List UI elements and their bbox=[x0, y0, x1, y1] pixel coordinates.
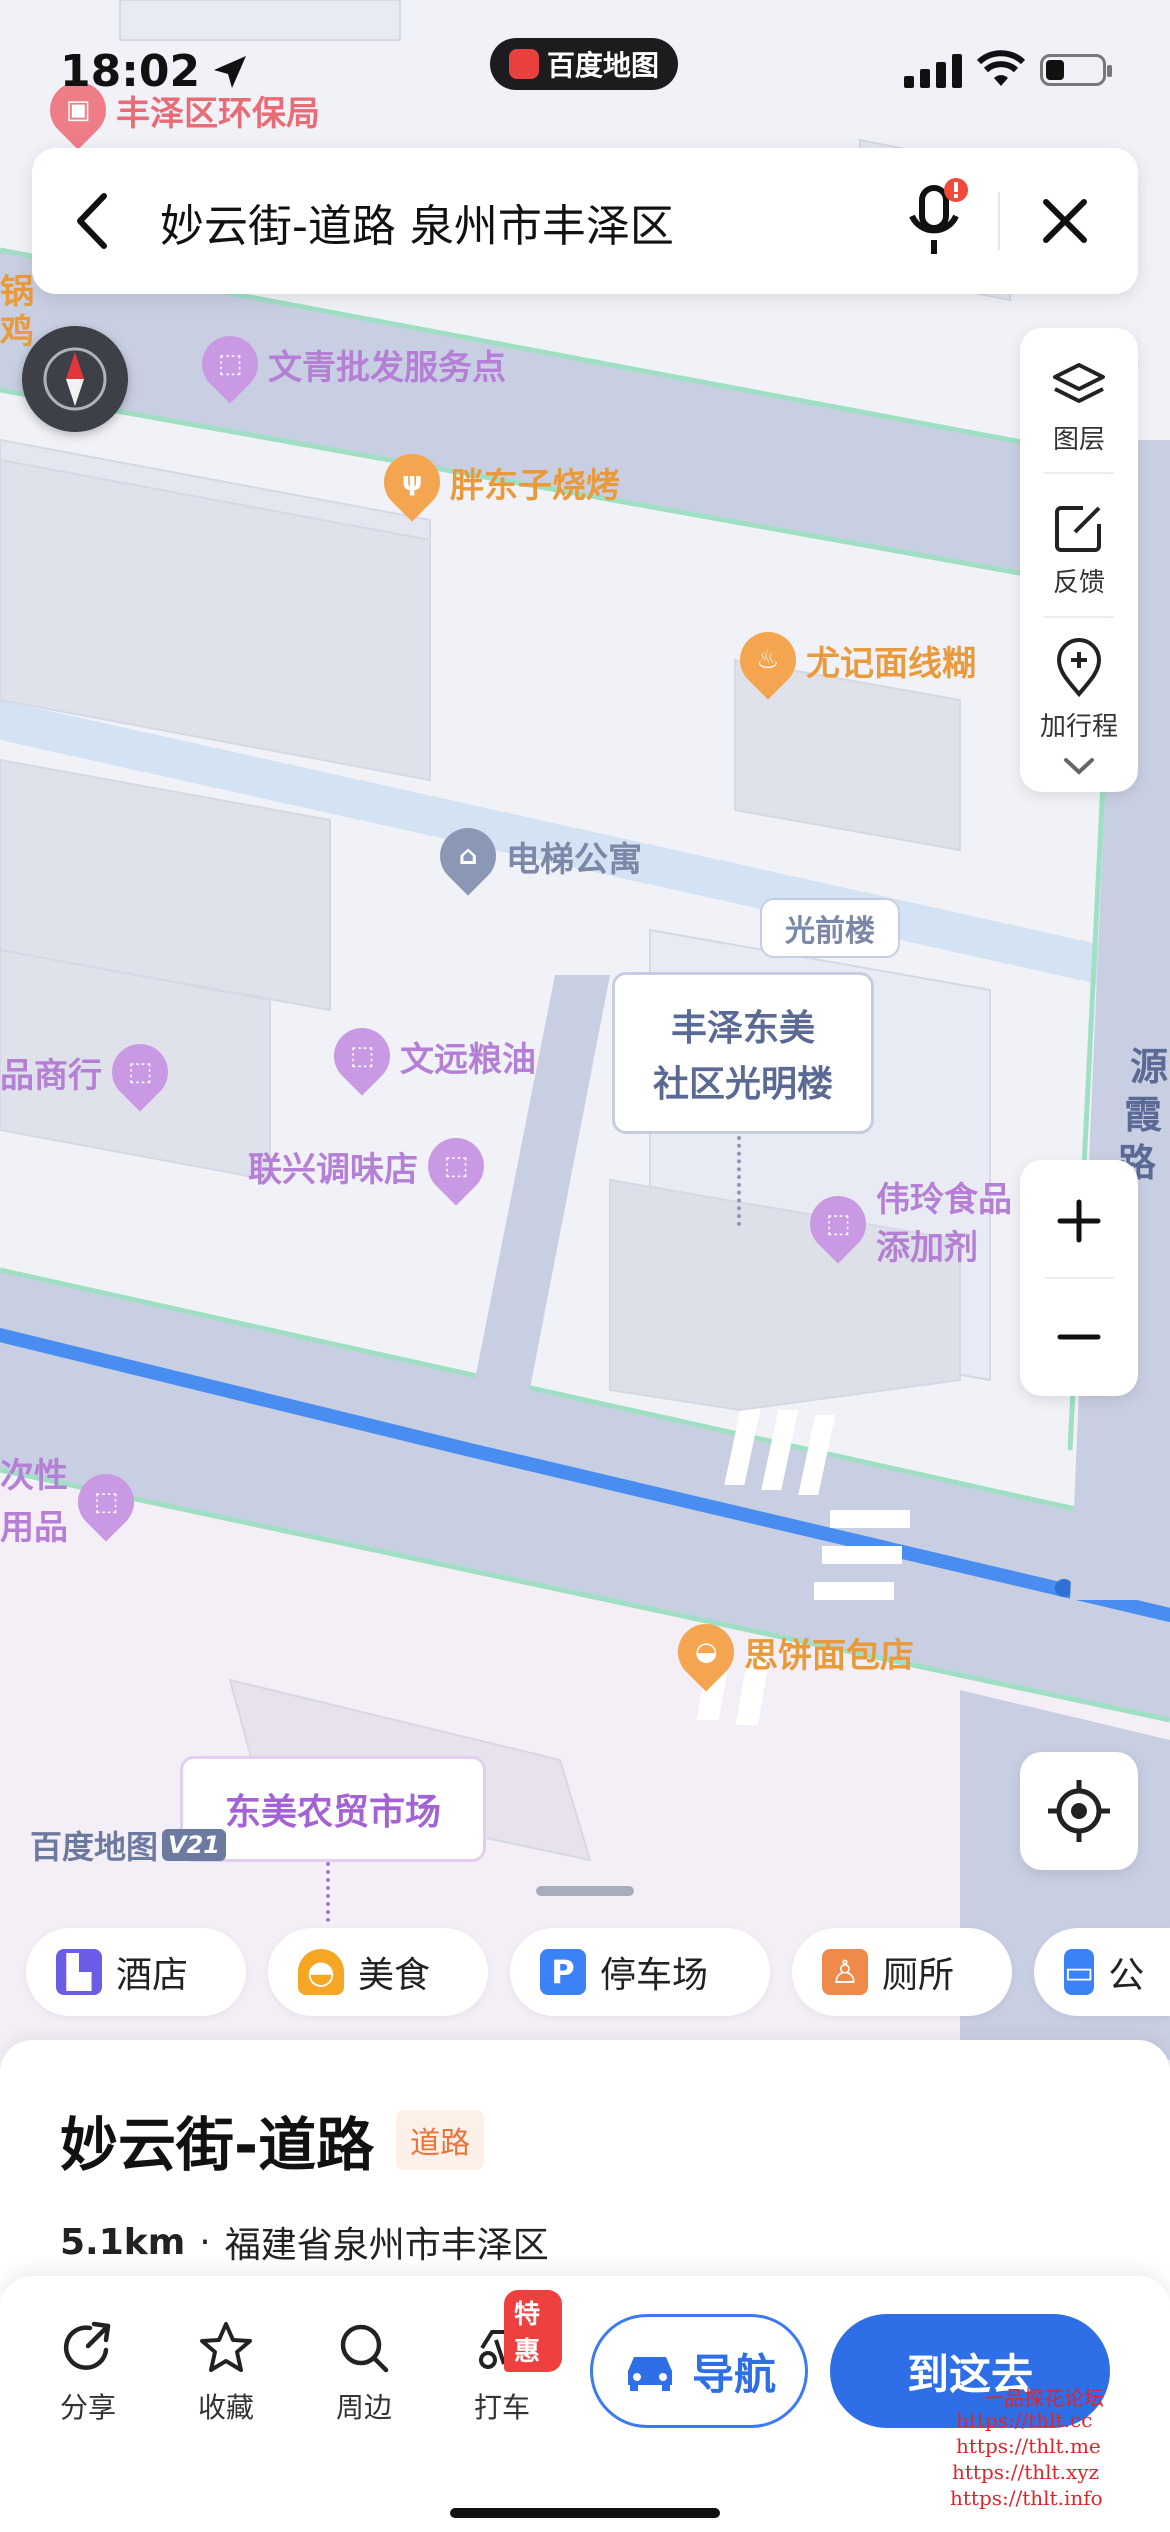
road-name-char: 源 bbox=[1130, 1045, 1168, 1089]
place-name: 妙云街-道路 bbox=[60, 2111, 375, 2179]
poi-sibing[interactable]: ◒ 思饼面包店 bbox=[666, 1612, 914, 1692]
place-title-row: 妙云街-道路 道路 bbox=[60, 2098, 485, 2182]
chip-hotel[interactable]: ▙ 酒店 bbox=[26, 1928, 246, 2016]
locate-me-button[interactable] bbox=[1020, 1752, 1138, 1870]
share-button[interactable]: 分享 bbox=[28, 2320, 148, 2426]
add-trip-button[interactable]: 加行程 bbox=[1020, 620, 1138, 760]
battery-icon bbox=[1040, 54, 1112, 86]
layers-icon bbox=[1053, 362, 1105, 403]
watermark-line: https://thlt.cc bbox=[956, 2408, 1093, 2432]
search-icon bbox=[340, 2324, 389, 2373]
toilet-icon: ♙ bbox=[822, 1949, 868, 1995]
poi-left-supplies[interactable]: 次性 用品 ⬚ bbox=[0, 1450, 146, 1554]
edit-icon bbox=[1055, 505, 1101, 552]
taxi-promo-badge: 特惠 bbox=[504, 2290, 562, 2372]
watermark-line: https://thlt.xyz bbox=[952, 2460, 1100, 2484]
map-brand-logo: 百度地图 V21 bbox=[30, 1822, 226, 1868]
sheet-drag-handle[interactable] bbox=[536, 1886, 634, 1896]
watermark-line: https://thlt.info bbox=[950, 2486, 1103, 2510]
shopping-bag-icon: ⬚ bbox=[798, 1184, 878, 1264]
place-info-row: 5.1km · 福建省泉州市丰泽区 bbox=[60, 2216, 549, 2268]
divider bbox=[998, 192, 1000, 250]
poi-youji[interactable]: ♨ 尤记面线糊 bbox=[728, 620, 976, 700]
chip-food[interactable]: ◓ 美食 bbox=[268, 1928, 488, 2016]
map-canvas[interactable]: 源 霞 路 ▣ 丰泽区环保局 锅 鸡 ⬚ 文青批发服务点 ψ 胖东子烧烤 ♨ 尤… bbox=[0, 0, 1170, 2060]
map-tools-panel: 图层 反馈 加行程 bbox=[1020, 328, 1138, 792]
poi-wenyuan[interactable]: ⬚ 文远粮油 bbox=[322, 1016, 536, 1096]
zoom-control bbox=[1020, 1160, 1138, 1396]
place-address: 福建省泉州市丰泽区 bbox=[224, 2225, 549, 2266]
nearby-button[interactable]: 周边 bbox=[304, 2320, 424, 2426]
road-name-char: 霞 bbox=[1124, 1093, 1162, 1137]
chip-bus[interactable]: ▭ 公 bbox=[1034, 1928, 1170, 2016]
shopping-bag-icon: ⬚ bbox=[100, 1032, 180, 1112]
share-icon bbox=[63, 2321, 111, 2370]
favorite-button[interactable]: 收藏 bbox=[166, 2320, 286, 2426]
wifi-icon bbox=[976, 50, 1026, 86]
back-arrow-icon[interactable] bbox=[72, 192, 112, 250]
food-icon: ◓ bbox=[298, 1949, 344, 1995]
close-icon[interactable] bbox=[1042, 198, 1088, 244]
feedback-button[interactable]: 反馈 bbox=[1020, 480, 1138, 620]
add-location-icon bbox=[1056, 637, 1102, 697]
shopping-bag-icon: ⬚ bbox=[322, 1016, 402, 1096]
layers-button[interactable]: 图层 bbox=[1020, 338, 1138, 478]
divider bbox=[1044, 616, 1114, 618]
status-time: 18:02 bbox=[60, 46, 250, 97]
poi-edge-left[interactable]: 锅 鸡 bbox=[0, 272, 34, 352]
bus-icon: ▭ bbox=[1064, 1949, 1095, 1995]
home-indicator bbox=[450, 2508, 720, 2518]
parking-icon: P bbox=[540, 1949, 586, 1995]
watermark-line: https://thlt.me bbox=[956, 2434, 1101, 2458]
divider bbox=[1044, 472, 1114, 474]
hotel-icon: ▙ bbox=[56, 1949, 102, 1995]
apartment-icon: ⌂ bbox=[428, 816, 508, 896]
poi-pangdongzi[interactable]: ψ 胖东子烧烤 bbox=[372, 442, 620, 522]
navigate-button[interactable]: 导航 bbox=[590, 2314, 808, 2428]
signal-icon bbox=[904, 54, 962, 88]
status-bar: 18:02 百度地图 bbox=[0, 0, 1170, 140]
compass-icon[interactable] bbox=[22, 326, 128, 432]
noodle-bowl-icon: ♨ bbox=[728, 620, 808, 700]
location-arrow-icon bbox=[214, 55, 247, 88]
fork-knife-icon: ψ bbox=[372, 442, 452, 522]
chip-toilet[interactable]: ♙ 厕所 bbox=[792, 1928, 1012, 2016]
label-pointer bbox=[326, 1862, 330, 1922]
star-icon bbox=[200, 2322, 252, 2372]
chevron-down-icon[interactable] bbox=[1062, 756, 1096, 776]
bread-icon: ◒ bbox=[666, 1612, 746, 1692]
map-base: 源 霞 路 bbox=[0, 0, 1170, 2060]
building-label-guangming[interactable]: 丰泽东美 社区光明楼 bbox=[612, 972, 874, 1134]
place-distance: 5.1km bbox=[60, 2221, 186, 2263]
car-icon bbox=[627, 2357, 672, 2391]
app-return-pill[interactable]: 百度地图 bbox=[490, 38, 678, 90]
poi-weiling[interactable]: ⬚ 伟玲食品 添加剂 bbox=[798, 1176, 1012, 1272]
zoom-out-icon[interactable] bbox=[1056, 1314, 1102, 1360]
crosshair-icon bbox=[1048, 1780, 1110, 1842]
shopping-bag-icon: ⬚ bbox=[190, 324, 270, 404]
watermark-title: 一品探花论坛 bbox=[984, 2386, 1104, 2410]
chip-parking[interactable]: P 停车场 bbox=[510, 1928, 770, 2016]
search-query[interactable]: 妙云街-道路 泉州市丰泽区 bbox=[160, 190, 674, 254]
shopping-bag-icon: ⬚ bbox=[66, 1462, 146, 1542]
microphone-icon[interactable] bbox=[902, 178, 970, 264]
divider bbox=[1044, 1277, 1114, 1279]
search-bar[interactable]: 妙云街-道路 泉州市丰泽区 bbox=[32, 148, 1138, 294]
taxi-button[interactable]: 特惠 打车 bbox=[442, 2290, 562, 2426]
poi-wenqing[interactable]: ⬚ 文青批发服务点 bbox=[190, 324, 506, 404]
baidu-map-logo-icon bbox=[508, 49, 539, 79]
zoom-in-icon[interactable] bbox=[1056, 1198, 1102, 1244]
poi-left-shop[interactable]: ⬚ 品商行 bbox=[0, 1032, 180, 1112]
shopping-bag-icon: ⬚ bbox=[416, 1126, 496, 1206]
poi-dianti[interactable]: ⌂ 电梯公寓 bbox=[428, 816, 642, 896]
place-type-tag: 道路 bbox=[396, 2110, 485, 2170]
poi-lianxing[interactable]: ⬚ 联兴调味店 bbox=[248, 1126, 496, 1206]
building-label-guangqian[interactable]: 光前楼 bbox=[760, 898, 900, 958]
label-pointer bbox=[737, 1136, 745, 1226]
